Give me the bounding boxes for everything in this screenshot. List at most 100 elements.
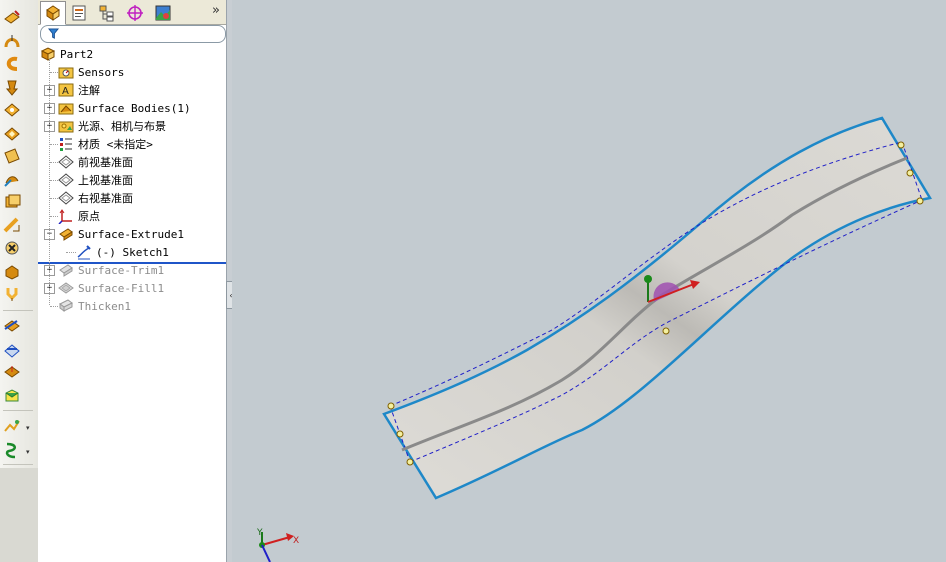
untrim-surface-button[interactable] [2,264,22,284]
tree-item-右视基准面[interactable]: 右视基准面 [58,189,133,207]
tab-feature-manager[interactable] [40,1,66,25]
tree-item-label: (-) Sketch1 [96,245,169,259]
delete-face-button[interactable] [2,240,22,260]
surface-extrude-icon [58,226,74,242]
plane-icon [58,154,74,170]
tree-item-原点[interactable]: 原点 [58,207,100,225]
fillet-button[interactable] [2,388,22,408]
thicken-button[interactable] [2,364,22,384]
replace-face-icon [3,341,21,363]
more-tabs-button[interactable]: » [212,3,220,18]
planar-surface-icon [3,147,21,169]
boundary-surface-icon [3,101,21,123]
material-icon [58,136,74,152]
revolved-surface-icon [3,33,21,55]
tree-item-thicken1[interactable]: Thicken1 [58,297,131,315]
model-scene[interactable]: Y X [232,0,946,562]
part-icon [40,46,56,62]
tree-item-label: Sensors [78,65,125,79]
svg-text:A: A [62,86,69,97]
dropdown-arrow-icon[interactable]: ▾ [26,448,30,456]
part-name: Part2 [60,47,94,61]
trim-surface-button[interactable] [2,286,22,306]
dropdown-arrow-icon[interactable]: ▾ [26,424,30,432]
tree-item-label: 右视基准面 [78,192,133,205]
tree-item-光源-相机与布景[interactable]: 光源、相机与布景 [58,117,166,135]
untrim-surface-icon [3,263,21,285]
filled-surface-icon [3,125,21,147]
tab-configuration-manager[interactable] [94,1,120,25]
replace-face-button[interactable] [2,342,22,362]
extend-surface-button[interactable] [2,318,22,338]
tree-connector [50,306,58,307]
tree-item-label: 前视基准面 [78,156,133,169]
tree-item-label: Surface Bodies(1) [78,101,191,115]
tab-dimxpert-manager[interactable] [122,1,148,25]
tree-connector [50,162,58,163]
tab-display-manager[interactable] [150,1,176,25]
tree-item-sketch1[interactable]: (-) Sketch1 [76,243,169,261]
thicken-icon [3,363,21,385]
tree-root-part[interactable]: Part2 [40,45,93,63]
extruded-surface-icon [3,9,21,31]
surface-trim-icon [58,262,74,278]
tree-connector [50,216,58,217]
lofted-surface-button[interactable] [2,80,22,100]
toolbar-separator [3,464,33,465]
radiate-surface-button[interactable] [2,194,22,214]
extruded-surface-button[interactable] [2,10,22,30]
configuration-manager-icon [99,5,114,22]
radiate-surface-icon [3,193,21,215]
delete-face-icon [3,239,21,261]
swept-surface-button[interactable] [2,56,22,76]
boundary-surface-button[interactable] [2,102,22,122]
tree-item-前视基准面[interactable]: 前视基准面 [58,153,133,171]
lofted-surface-icon [3,79,21,101]
tree-connector [49,59,50,305]
annotations-icon: A [58,82,74,98]
knit-surface-button[interactable] [2,217,22,238]
trim-surface-icon [3,285,21,307]
tree-item-surface-trim1[interactable]: Surface-Trim1 [58,261,164,279]
revolved-surface-button[interactable] [2,34,22,54]
planar-surface-button[interactable] [2,148,22,168]
tree-item-label: 原点 [78,210,100,223]
fillet-icon [3,387,21,409]
tree-item-注解[interactable]: A 注解 [58,81,100,99]
view-orientation-triad: Y X [256,528,299,562]
toolbar-separator [3,310,33,311]
tree-connector [66,252,76,253]
tree-item-sensors[interactable]: Sensors [58,63,124,81]
swept-surface-icon [3,55,21,77]
tree-connector [50,72,58,73]
tree-item-surface-bodies-1[interactable]: Surface Bodies(1) [58,99,191,117]
surface-body[interactable] [382,116,932,500]
tree-item-上视基准面[interactable]: 上视基准面 [58,171,133,189]
graphics-viewport[interactable]: Y X [232,0,946,562]
ruled-surface-button[interactable] [2,442,22,462]
tree-item-label: Surface-Extrude1 [78,227,184,241]
triad-y-label: Y [256,528,263,538]
tree-item-surface-extrude1[interactable]: Surface-Extrude1 [58,225,184,243]
feature-manager-icon [46,5,60,21]
tree-item-label: Thicken1 [78,299,131,313]
tree-item-label: 注解 [78,84,100,97]
plane-icon [58,190,74,206]
tree-filter-input[interactable] [40,25,226,43]
tree-connector [50,180,58,181]
display-manager-icon [155,5,171,21]
filled-surface-button[interactable] [2,126,22,146]
tree-item-surface-fill1[interactable]: Surface-Fill1 [58,279,164,297]
lights-cameras-scene-icon [58,118,74,134]
tree-item-材质-未指定[interactable]: 材质 <未指定> [58,135,153,153]
tab-property-manager[interactable] [66,1,92,25]
offset-surface-icon [3,171,21,193]
sensors-folder-icon [58,64,74,80]
tree-item-label: 光源、相机与布景 [78,120,166,133]
surface-bodies-folder-icon [58,100,74,116]
tree-item-label: 上视基准面 [78,174,133,187]
offset-surface-button[interactable] [2,172,22,192]
plane-icon [58,172,74,188]
mid-surface-button[interactable] [2,418,22,438]
tree-item-label: 材质 <未指定> [78,138,153,151]
